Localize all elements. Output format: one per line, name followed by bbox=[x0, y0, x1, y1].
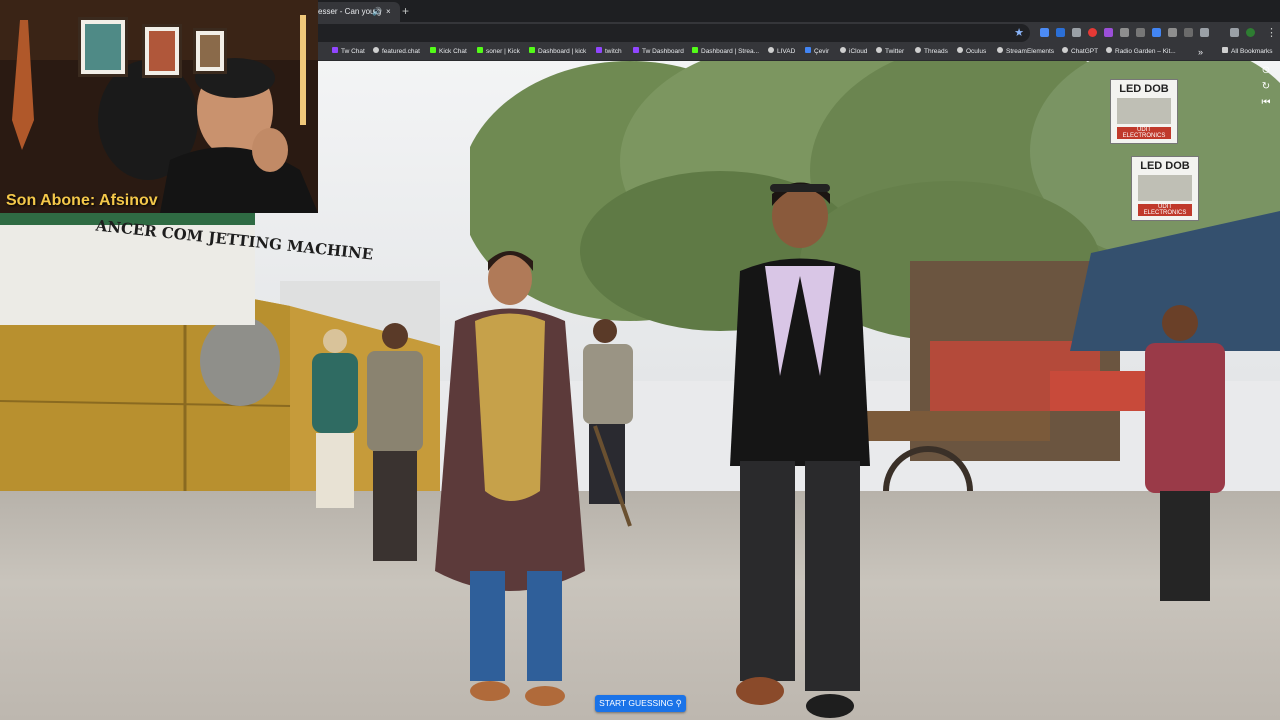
folder-icon bbox=[1222, 47, 1228, 54]
bookmark-item[interactable]: Tw Dashboard bbox=[633, 44, 684, 60]
new-tab-button[interactable]: + bbox=[402, 3, 409, 19]
pedestrian-man-on-phone bbox=[730, 182, 870, 718]
return-to-start-button[interactable]: ⏮ bbox=[1260, 97, 1272, 109]
bookmark-label: iCloud bbox=[849, 48, 868, 55]
bookmark-item[interactable]: twitch bbox=[596, 44, 622, 60]
bookmark-item[interactable]: Threads bbox=[915, 44, 948, 60]
bookmark-item[interactable]: Dashboard | kick bbox=[529, 44, 586, 60]
compass-reset-button[interactable]: ⊙ bbox=[1260, 65, 1272, 77]
latest-subscriber-caption: Son Abone: Afsinov bbox=[6, 192, 158, 209]
extension-icon[interactable] bbox=[1056, 28, 1065, 37]
bookmark-favicon bbox=[768, 47, 774, 54]
signboard-image bbox=[1138, 175, 1192, 201]
bookmark-favicon bbox=[957, 47, 963, 54]
bookmark-item[interactable]: StreamElements bbox=[997, 44, 1054, 60]
bookmark-favicon bbox=[373, 47, 379, 54]
bookmark-label: Çevir bbox=[814, 48, 830, 55]
puzzle-icon[interactable] bbox=[1200, 28, 1209, 37]
wall-painting bbox=[193, 28, 227, 74]
bookmark-label: Radio Garden – Kit... bbox=[1115, 48, 1176, 55]
bookmark-label: Oculus bbox=[966, 48, 987, 55]
bookmark-item[interactable]: Twitter bbox=[876, 44, 904, 60]
factory-sign: ANCER COM JETTING MACHINE bbox=[0, 211, 374, 325]
start-guessing-button[interactable]: START GUESSING ⚲ bbox=[595, 695, 686, 712]
bookmark-item[interactable]: LIVAD bbox=[768, 44, 795, 60]
extension-icon[interactable] bbox=[1168, 28, 1177, 37]
bookmark-item[interactable]: Radio Garden – Kit... bbox=[1106, 44, 1176, 60]
refresh-view-button[interactable]: ↻ bbox=[1260, 81, 1272, 93]
shop-signboard: LED DOB UDIT ELECTRONICS bbox=[1110, 79, 1178, 144]
bookmark-favicon bbox=[430, 47, 436, 54]
bookmark-item[interactable]: iCloud bbox=[840, 44, 867, 60]
speaker-icon[interactable]: 🔊 bbox=[372, 2, 382, 22]
bookmark-item[interactable]: soner | Kick bbox=[477, 44, 520, 60]
extension-icon[interactable] bbox=[1120, 28, 1129, 37]
pedestrian-woman bbox=[435, 251, 585, 706]
extension-icon[interactable] bbox=[1088, 28, 1097, 37]
bookmark-favicon bbox=[876, 47, 882, 54]
extension-icon[interactable] bbox=[1136, 28, 1145, 37]
sidebar-icon[interactable] bbox=[1230, 28, 1239, 37]
bookmark-favicon bbox=[529, 47, 535, 54]
bookmark-item[interactable]: ChatGPT bbox=[1062, 44, 1098, 60]
bookmark-item[interactable]: Dashboard | Strea... bbox=[692, 44, 759, 60]
bookmark-label: Threads bbox=[924, 48, 948, 55]
close-icon[interactable]: × bbox=[386, 2, 391, 22]
signboard-footer: UDIT ELECTRONICS bbox=[1138, 204, 1192, 216]
bookmark-label: Tw Chat bbox=[341, 48, 365, 55]
bookmark-item[interactable]: Oculus bbox=[957, 44, 986, 60]
bookmark-favicon bbox=[332, 47, 338, 54]
bookmark-favicon bbox=[915, 47, 921, 54]
bookmark-item[interactable]: Kick Chat bbox=[430, 44, 467, 60]
bookmark-label: Twitter bbox=[885, 48, 905, 55]
bookmark-label: Dashboard | Strea... bbox=[701, 48, 760, 55]
extension-icon[interactable] bbox=[1152, 28, 1161, 37]
bookmark-favicon bbox=[692, 47, 698, 54]
signboard-footer: UDIT ELECTRONICS bbox=[1117, 127, 1171, 139]
extension-icon[interactable] bbox=[1104, 28, 1113, 37]
wall-painting bbox=[142, 24, 182, 78]
extension-icon[interactable] bbox=[1072, 28, 1081, 37]
bookmark-label: twitch bbox=[605, 48, 622, 55]
wall-painting bbox=[78, 17, 128, 77]
bookmark-label: StreamElements bbox=[1006, 48, 1055, 55]
streamer-webcam-overlay: Son Abone: Afsinov bbox=[0, 0, 318, 213]
bookmark-star-icon[interactable]: ★ bbox=[1014, 25, 1024, 41]
address-bar[interactable]: ★ bbox=[300, 24, 1030, 42]
bookmarks-overflow-button[interactable]: » bbox=[1198, 44, 1203, 60]
bookmark-label: ChatGPT bbox=[1071, 48, 1099, 55]
bookmark-label: All Bookmarks bbox=[1231, 48, 1273, 55]
bookmark-item[interactable]: Tw Chat bbox=[332, 44, 365, 60]
extension-icon[interactable] bbox=[1040, 28, 1049, 37]
bookmark-favicon bbox=[596, 47, 602, 54]
menu-icon[interactable]: ⋮ bbox=[1266, 25, 1277, 41]
bookmark-label: LIVAD bbox=[777, 48, 796, 55]
signboard-image bbox=[1117, 98, 1171, 124]
bookmark-label: Kick Chat bbox=[439, 48, 467, 55]
bookmark-favicon bbox=[1062, 47, 1068, 54]
bookmark-item[interactable]: featured.chat bbox=[373, 44, 420, 60]
shop-signboard: LED DOB UDIT ELECTRONICS bbox=[1131, 156, 1199, 221]
all-bookmarks-button[interactable]: All Bookmarks bbox=[1222, 44, 1273, 60]
bookmark-favicon bbox=[1106, 47, 1112, 54]
bookmark-favicon bbox=[840, 47, 846, 54]
signboard-title: LED DOB bbox=[1119, 83, 1169, 95]
bookmark-label: soner | Kick bbox=[486, 48, 520, 55]
bookmark-favicon bbox=[805, 47, 811, 54]
bookmark-item[interactable]: Çevir bbox=[805, 44, 829, 60]
extension-icon[interactable] bbox=[1184, 28, 1193, 37]
profile-avatar[interactable] bbox=[1246, 28, 1255, 37]
bookmark-label: featured.chat bbox=[382, 48, 420, 55]
bookmark-favicon bbox=[477, 47, 483, 54]
bookmark-favicon bbox=[633, 47, 639, 54]
bookmark-favicon bbox=[997, 47, 1003, 54]
bookmark-label: Tw Dashboard bbox=[642, 48, 684, 55]
pedestrian bbox=[1145, 305, 1225, 601]
bookmark-label: Dashboard | kick bbox=[538, 48, 587, 55]
signboard-title: LED DOB bbox=[1140, 160, 1190, 172]
